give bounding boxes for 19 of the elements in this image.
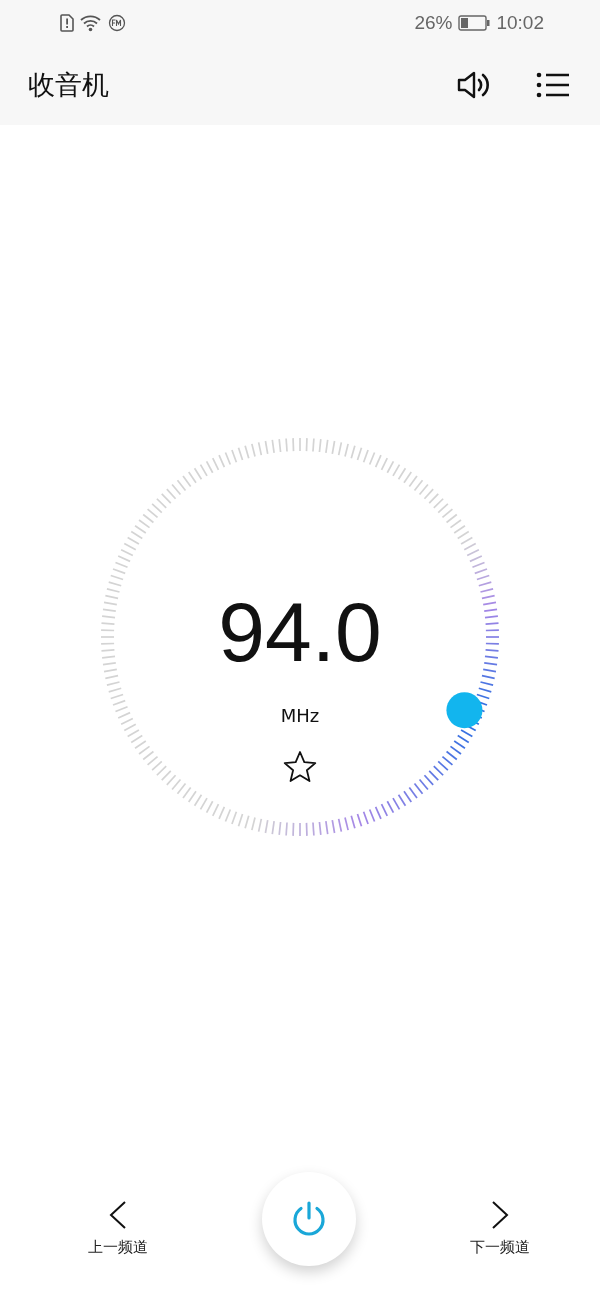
frequency-value: 94.0 — [218, 587, 382, 677]
sim-alert-icon — [60, 13, 74, 32]
tuning-slider-thumb[interactable] — [446, 692, 483, 729]
previous-channel-button[interactable]: 上一频道 — [78, 1200, 158, 1257]
wifi-icon — [80, 13, 102, 32]
menu-icon[interactable] — [536, 72, 570, 98]
next-channel-button[interactable]: 下一频道 — [460, 1200, 540, 1257]
power-icon — [290, 1200, 328, 1238]
clock-time: 10:02 — [496, 11, 544, 34]
chevron-left-icon — [108, 1200, 128, 1230]
battery-percent: 26% — [414, 11, 453, 34]
speaker-icon[interactable] — [456, 70, 492, 100]
power-button[interactable] — [262, 1172, 356, 1266]
battery-icon — [458, 14, 491, 31]
favorite-star-icon[interactable] — [283, 750, 317, 784]
fm-radio-icon — [108, 13, 126, 32]
frequency-unit: MHz — [280, 705, 320, 726]
app-title: 收音机 — [28, 68, 109, 102]
chevron-right-icon — [490, 1200, 510, 1230]
